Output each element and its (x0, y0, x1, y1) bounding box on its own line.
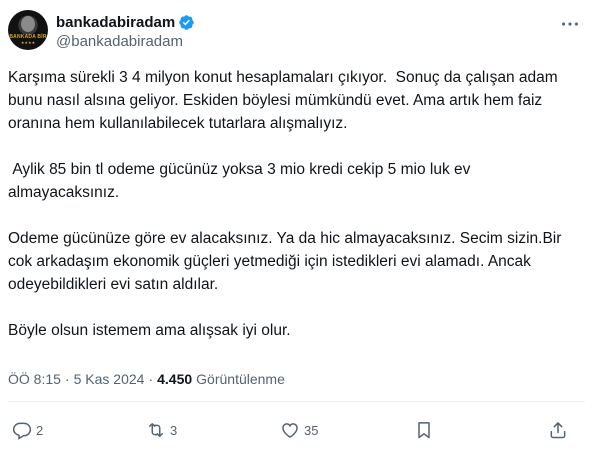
divider (8, 401, 585, 402)
tweet-text: Karşıma sürekli 3 4 milyon konut hesapla… (8, 66, 583, 342)
reply-count: 2 (36, 422, 44, 438)
tweet-time[interactable]: ÖÖ 8:15 (8, 371, 61, 387)
tweet: BANKADA BİR ★★★★ bankadabiradam @bankada… (0, 0, 593, 454)
tweet-header: BANKADA BİR ★★★★ bankadabiradam @bankada… (8, 10, 581, 54)
avatar-stars: ★★★★ (20, 40, 36, 45)
bookmark-button[interactable] (414, 416, 434, 444)
bookmark-icon (418, 422, 430, 439)
views-count: 4.450 (157, 371, 193, 387)
repost-button[interactable]: 3 (146, 416, 177, 444)
tweet-meta: ÖÖ 8:15 · 5 Kas 2024 · 4.450 Görüntülenm… (8, 371, 285, 387)
display-name[interactable]: bankadabiradam (56, 14, 175, 31)
user-handle[interactable]: @bankadabiradam (56, 33, 195, 50)
tweet-paragraph: Aylik 85 bin tl odeme gücünüz yoksa 3 mi… (8, 161, 475, 201)
reply-icon (12, 422, 32, 440)
heart-icon (282, 423, 298, 438)
action-bar: 2 3 35 (8, 416, 581, 444)
tweet-paragraph: Odeme gücünüze göre ev alacaksınız. Ya d… (8, 230, 566, 293)
repost-icon (149, 423, 163, 437)
share-icon (550, 422, 566, 439)
views-label: Görüntülenme (196, 371, 285, 387)
user-names: bankadabiradam @bankadabiradam (56, 12, 195, 50)
like-button[interactable]: 35 (280, 416, 318, 444)
tweet-date[interactable]: 5 Kas 2024 (74, 371, 145, 387)
share-button[interactable] (548, 416, 568, 444)
meta-separator: · (64, 371, 70, 387)
reply-button[interactable]: 2 (12, 416, 43, 444)
more-options-icon[interactable] (559, 14, 581, 34)
tweet-paragraph: Karşıma sürekli 3 4 milyon konut hesapla… (8, 69, 562, 132)
repost-count: 3 (170, 422, 178, 438)
tweet-paragraph: Böyle olsun istemem ama alışsak iyi olur… (8, 322, 291, 339)
like-count: 35 (304, 422, 319, 438)
verified-badge-icon[interactable] (178, 14, 195, 31)
avatar[interactable]: BANKADA BİR ★★★★ (8, 10, 48, 50)
meta-separator: · (148, 371, 154, 387)
